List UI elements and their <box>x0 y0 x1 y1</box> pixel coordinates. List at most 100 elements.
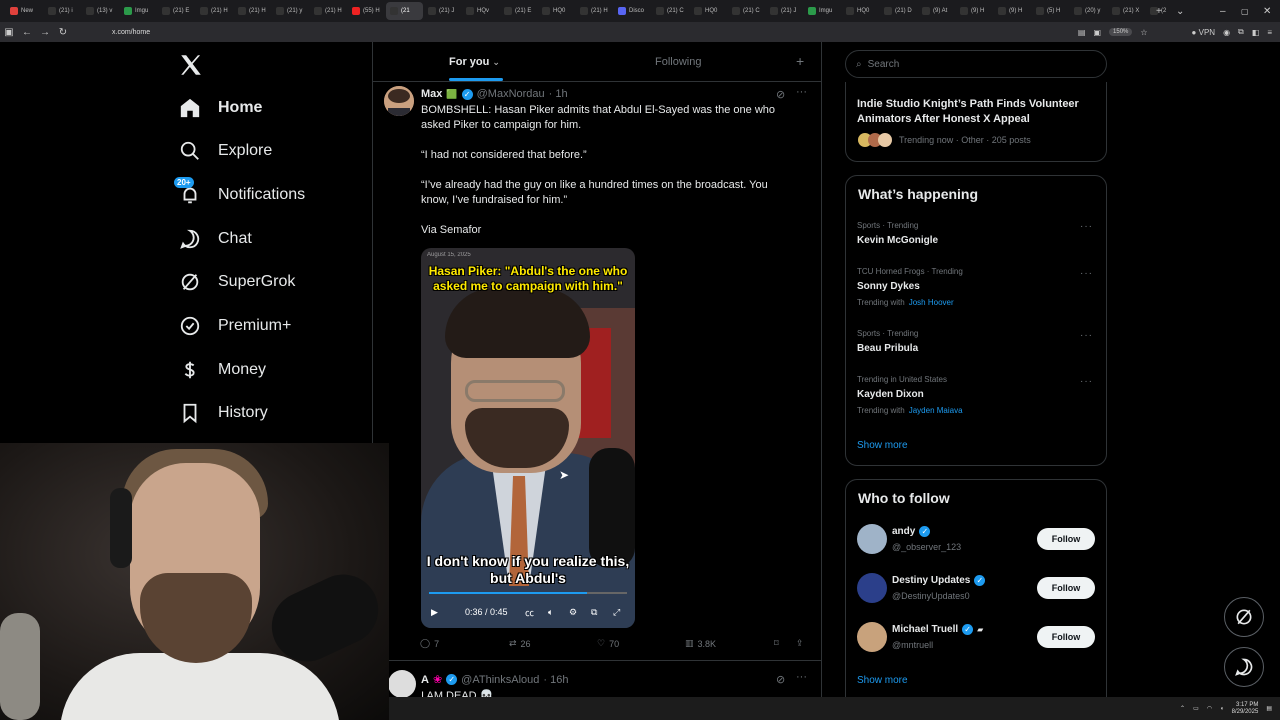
wallet-icon[interactable]: ◉ <box>1223 28 1230 37</box>
grok-fab-button[interactable] <box>1224 597 1264 637</box>
browser-tab[interactable]: (5) H <box>1032 2 1069 20</box>
tab-list-chevron-icon[interactable]: ⌄ <box>1176 0 1184 22</box>
tab-for-you[interactable]: For you ⌄ <box>449 56 500 68</box>
trend-more-icon[interactable]: ··· <box>1080 221 1093 232</box>
sidebar-item-history[interactable]: History <box>178 395 268 431</box>
url-text[interactable]: x.com/home <box>112 29 150 36</box>
avatar[interactable] <box>384 86 414 116</box>
follow-suggestion-name[interactable]: Michael Truell ✓ ▰ <box>892 624 983 635</box>
menu-icon[interactable]: ≡ <box>1267 28 1272 37</box>
forward-button[interactable]: → <box>36 27 54 38</box>
follow-button[interactable]: Follow <box>1037 528 1095 550</box>
avatar[interactable] <box>388 670 416 698</box>
browser-tab[interactable]: (21) J <box>424 2 461 20</box>
browser-tab[interactable]: HQv <box>462 2 499 20</box>
browser-tab[interactable]: (9) H <box>994 2 1031 20</box>
avatar[interactable] <box>857 524 887 554</box>
fullscreen-icon[interactable]: ⤢ <box>613 607 620 618</box>
browser-tab[interactable]: (21) C <box>728 2 765 20</box>
video-progress-bar[interactable] <box>429 592 627 594</box>
author-name[interactable]: Max <box>421 88 442 100</box>
captions-icon[interactable]: ㏄ <box>525 606 534 619</box>
trend-more-icon[interactable]: ··· <box>1080 330 1093 341</box>
sidebar-item-premium[interactable]: Premium+ <box>178 308 291 344</box>
sidebar-toggle-icon[interactable]: ▣ <box>0 27 18 38</box>
notification-center-icon[interactable]: ▤ <box>1266 705 1272 712</box>
browser-tab[interactable]: Imgu <box>804 2 841 20</box>
browser-tab[interactable]: (21 <box>386 2 423 20</box>
browser-tab[interactable]: (21) H <box>576 2 613 20</box>
add-feed-icon[interactable]: + <box>796 53 804 69</box>
system-clock[interactable]: 3:17 PM 8/29/2025 <box>1232 702 1259 716</box>
video-player[interactable]: August 15, 2025 Hasan Piker: "Abdul's th… <box>421 248 635 628</box>
avatar[interactable] <box>857 573 887 603</box>
bookmark-star-icon[interactable]: ☆ <box>1140 28 1147 37</box>
trend-name[interactable]: Kayden Dixon <box>857 389 924 400</box>
more-options-icon[interactable]: ··· <box>796 671 807 683</box>
sidebar-item-chat[interactable]: Chat <box>178 221 252 257</box>
maximize-button[interactable]: ▢ <box>1241 0 1249 22</box>
volume-icon[interactable]: 🔈︎ <box>548 607 553 618</box>
browser-tab[interactable]: (21) H <box>196 2 233 20</box>
minimize-button[interactable]: – <box>1220 0 1226 22</box>
post-author[interactable]: A ❀ ✓ @AThinksAloud · 16h <box>421 673 568 687</box>
profile-icon[interactable]: ◧ <box>1252 28 1260 37</box>
follow-suggestion-name[interactable]: Destiny Updates ✓ <box>892 575 986 586</box>
grok-post-icon[interactable]: ⊘ <box>776 88 785 101</box>
search-input[interactable]: ⌕ Search <box>845 50 1107 78</box>
show-more-follow-link[interactable]: Show more <box>857 675 908 686</box>
browser-tab[interactable]: (21) C <box>652 2 689 20</box>
sidebar-item-home[interactable]: Home <box>178 90 262 126</box>
network-icon[interactable]: ▭ <box>1193 705 1199 712</box>
views-button[interactable]: ▥ 3.8K <box>685 638 716 649</box>
reader-icon[interactable]: ▤ <box>1078 28 1086 37</box>
back-button[interactable]: ← <box>18 27 36 38</box>
trend-name[interactable]: Beau Pribula <box>857 343 918 354</box>
browser-tab[interactable]: HQ0 <box>538 2 575 20</box>
browser-tab[interactable]: (21) H <box>234 2 271 20</box>
reply-button[interactable]: ◯ 7 <box>420 638 439 649</box>
like-button[interactable]: ♡ 70 <box>597 638 619 649</box>
trend-with-link[interactable]: Jayden Maiava <box>909 406 963 415</box>
browser-tab[interactable]: (9) At <box>918 2 955 20</box>
vpn-button[interactable]: ● VPN <box>1192 28 1216 37</box>
avatar[interactable] <box>857 622 887 652</box>
volume-icon[interactable]: ◖ <box>1220 706 1224 712</box>
browser-tab[interactable]: HQ0 <box>842 2 879 20</box>
browser-tab[interactable]: (55) H <box>348 2 385 20</box>
trend-name[interactable]: Sonny Dykes <box>857 281 920 292</box>
tray-chevron-icon[interactable]: ⌃ <box>1180 705 1185 712</box>
extensions-icon[interactable]: ⧉ <box>1238 27 1244 37</box>
browser-tab[interactable]: (21) H <box>310 2 347 20</box>
browser-tab[interactable]: (21) D <box>880 2 917 20</box>
post-timestamp[interactable]: · 1h <box>549 88 568 100</box>
sidebar-item-supergrok[interactable]: SuperGrok <box>178 264 295 300</box>
wifi-icon[interactable]: ◠ <box>1207 705 1212 712</box>
author-handle[interactable]: @MaxNordau <box>477 88 545 100</box>
show-more-trends-link[interactable]: Show more <box>857 440 908 451</box>
tab-following[interactable]: Following <box>655 56 701 68</box>
zoom-level[interactable]: 150% <box>1109 28 1133 36</box>
browser-tab[interactable]: (21) E <box>500 2 537 20</box>
browser-tab[interactable]: (21) J <box>766 2 803 20</box>
browser-tab[interactable]: New <box>6 2 43 20</box>
post-author[interactable]: Max 🟩 ✓ @MaxNordau · 1h <box>421 88 568 100</box>
author-handle[interactable]: @AThinksAloud <box>461 674 539 686</box>
bookmark-button[interactable]: ⌑ <box>774 638 779 649</box>
browser-tab[interactable]: Disco <box>614 2 651 20</box>
pip-icon[interactable]: ⧉ <box>591 607 597 618</box>
follow-suggestion-name[interactable]: andy ✓ <box>892 526 931 537</box>
follow-button[interactable]: Follow <box>1037 577 1095 599</box>
browser-tab[interactable]: (13) v <box>82 2 119 20</box>
chat-fab-button[interactable] <box>1224 647 1264 687</box>
play-icon[interactable]: ▶ <box>431 607 438 618</box>
trend-with-link[interactable]: Josh Hoover <box>909 298 954 307</box>
browser-tab[interactable]: (21) i <box>44 2 81 20</box>
sidebar-item-money[interactable]: Money <box>178 352 266 388</box>
trend-more-icon[interactable]: ··· <box>1080 376 1093 387</box>
trend-more-icon[interactable]: ··· <box>1080 268 1093 279</box>
screenshot-icon[interactable]: ▣ <box>1093 28 1101 37</box>
browser-tab[interactable]: (9) H <box>956 2 993 20</box>
post-timestamp[interactable]: · 16h <box>543 674 568 686</box>
browser-tab[interactable]: (21) X <box>1108 2 1145 20</box>
